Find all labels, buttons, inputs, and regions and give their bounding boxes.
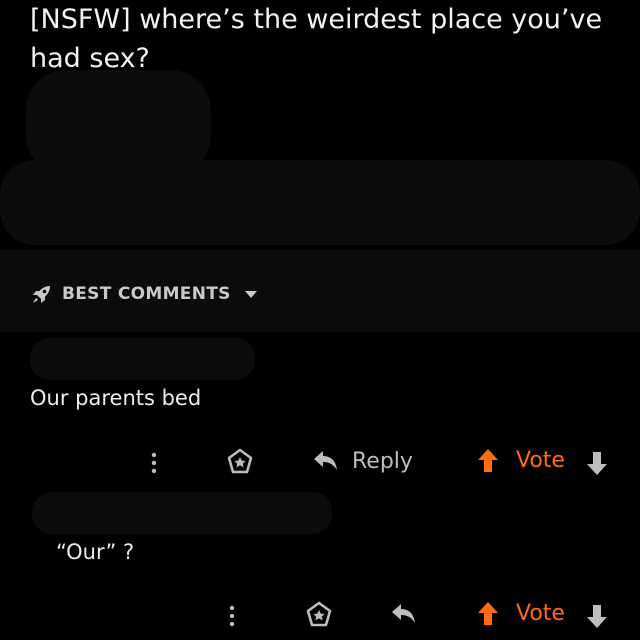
award-button[interactable] <box>226 448 254 476</box>
comment-body: Our parents bed <box>30 386 202 410</box>
comment-body: “Our” ? <box>56 540 135 564</box>
reply-arrow-icon <box>314 451 337 470</box>
downvote-icon <box>587 605 607 628</box>
chevron-down-icon <box>244 290 257 298</box>
upvote-button[interactable] <box>477 448 499 474</box>
more-options-button[interactable] <box>226 602 238 630</box>
award-icon <box>306 601 332 627</box>
upvote-button[interactable] <box>477 601 499 627</box>
redacted-username <box>30 338 255 380</box>
more-vertical-icon <box>229 605 235 627</box>
vote-label: Vote <box>516 601 565 626</box>
downvote-button[interactable] <box>586 450 608 476</box>
more-vertical-icon <box>151 452 157 474</box>
reply-button[interactable]: Reply <box>312 448 413 474</box>
upvote-icon <box>478 449 498 472</box>
reply-arrow-icon <box>392 604 415 623</box>
redacted-username <box>32 492 332 534</box>
downvote-button[interactable] <box>586 603 608 629</box>
sort-label: BEST COMMENTS <box>62 284 231 304</box>
comment-actions: Reply Vote <box>0 443 640 483</box>
comment-actions: Vote <box>0 596 640 636</box>
reply-button[interactable] <box>390 601 418 627</box>
more-options-button[interactable] <box>148 449 160 477</box>
post-title: [NSFW] where’s the weirdest place you’ve… <box>30 4 603 74</box>
reply-label: Reply <box>352 448 413 474</box>
upvote-icon <box>478 602 498 625</box>
sort-dropdown[interactable]: BEST COMMENTS <box>30 280 257 308</box>
award-icon <box>227 448 253 474</box>
redacted-region <box>0 160 640 245</box>
vote-label: Vote <box>516 448 565 473</box>
rocket-icon <box>30 282 54 306</box>
award-button[interactable] <box>305 601 333 629</box>
downvote-icon <box>587 452 607 475</box>
